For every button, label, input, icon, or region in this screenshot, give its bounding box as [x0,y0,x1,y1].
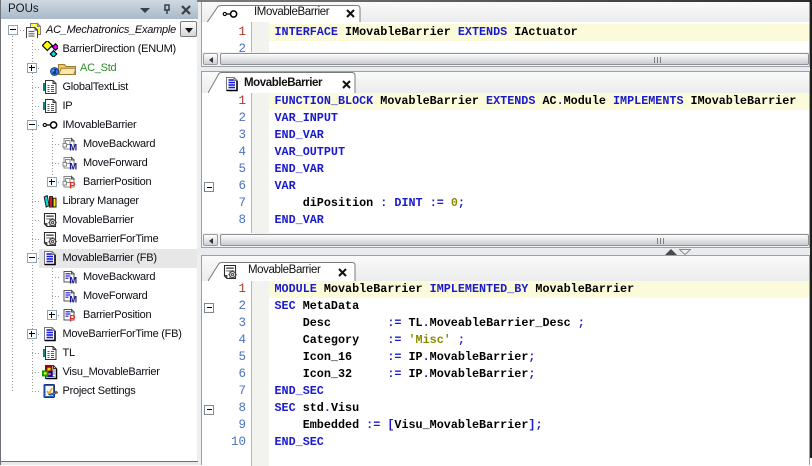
svg-text:M: M [69,143,77,153]
svg-text:M: M [69,276,77,286]
svg-text:M: M [69,295,77,305]
svg-text:P: P [69,314,76,324]
svg-text:P: P [69,181,76,191]
svg-text:M: M [69,162,77,172]
